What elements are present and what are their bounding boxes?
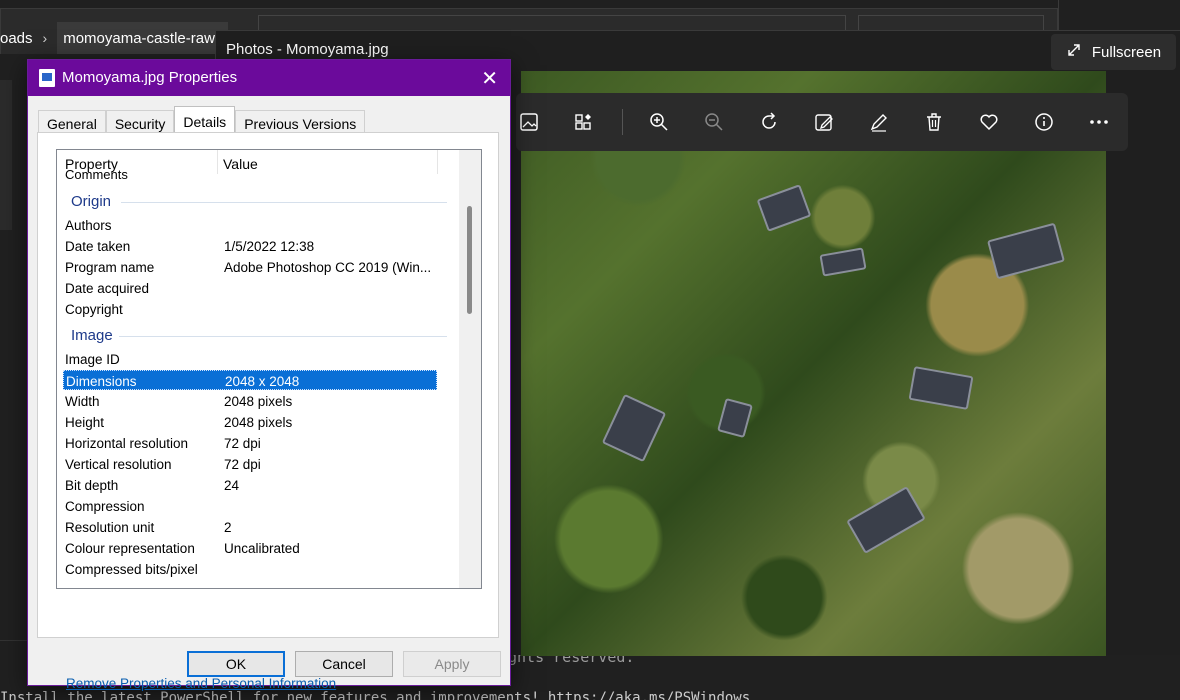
scrollbar-thumb[interactable] bbox=[467, 206, 472, 314]
list-item[interactable]: Copyright bbox=[63, 299, 437, 319]
property-value: Uncalibrated bbox=[224, 541, 300, 556]
property-name: Compressed bits/pixel bbox=[65, 562, 198, 577]
group-divider bbox=[119, 336, 447, 337]
list-item[interactable]: Horizontal resolution 72 dpi bbox=[63, 433, 437, 453]
column-header-value[interactable]: Value bbox=[223, 156, 258, 172]
property-value: 2 bbox=[224, 520, 232, 535]
list-item[interactable]: Program name Adobe Photoshop CC 2019 (Win… bbox=[63, 257, 437, 277]
navigation-pane bbox=[0, 80, 12, 230]
list-item[interactable]: Image ID bbox=[63, 349, 437, 369]
property-list: Property Value Comments Origin Authors D… bbox=[56, 149, 482, 589]
property-name: Date taken bbox=[65, 239, 131, 254]
list-item[interactable]: Height 2048 pixels bbox=[63, 412, 437, 432]
remove-properties-link[interactable]: Remove Properties and Personal Informati… bbox=[66, 676, 336, 691]
breadcrumb: oads › momoyama-castle-raws bbox=[0, 22, 229, 54]
photos-title: Photos - Momoyama.jpg bbox=[226, 41, 389, 58]
list-item[interactable]: Bit depth 24 bbox=[63, 475, 437, 495]
collection-icon[interactable] bbox=[571, 109, 597, 135]
cancel-button[interactable]: Cancel bbox=[295, 651, 393, 677]
property-name: Copyright bbox=[65, 302, 123, 317]
breadcrumb-item-current[interactable]: momoyama-castle-raws bbox=[57, 22, 229, 54]
toolbar-divider bbox=[622, 109, 623, 135]
property-name: Dimensions bbox=[66, 374, 137, 389]
column-divider[interactable] bbox=[217, 150, 218, 174]
zoom-in-icon[interactable] bbox=[646, 109, 672, 135]
list-item[interactable]: Compression bbox=[63, 496, 437, 516]
more-icon[interactable] bbox=[1086, 109, 1112, 135]
list-item[interactable]: Vertical resolution 72 dpi bbox=[63, 454, 437, 474]
property-name: Height bbox=[65, 415, 105, 430]
chevron-right-icon: › bbox=[42, 30, 48, 46]
roof-shape bbox=[717, 397, 753, 439]
property-name: Authors bbox=[65, 218, 112, 233]
property-value: 72 dpi bbox=[224, 457, 261, 472]
rotate-icon[interactable] bbox=[756, 109, 782, 135]
property-name: Width bbox=[65, 394, 100, 409]
favorite-icon[interactable] bbox=[976, 109, 1002, 135]
property-name: Compression bbox=[65, 499, 145, 514]
photo-toolbar bbox=[516, 93, 1128, 151]
group-header-image: Image bbox=[71, 327, 113, 344]
expand-icon bbox=[1066, 42, 1082, 62]
breadcrumb-item-downloads[interactable]: oads bbox=[0, 30, 33, 47]
property-value: 72 dpi bbox=[224, 436, 261, 451]
roof-shape bbox=[908, 366, 974, 410]
property-name: Date acquired bbox=[65, 281, 150, 296]
ok-button[interactable]: OK bbox=[187, 651, 285, 677]
list-item[interactable]: Compressed bits/pixel bbox=[63, 559, 437, 579]
property-name: Program name bbox=[65, 260, 155, 275]
details-panel: Property Value Comments Origin Authors D… bbox=[37, 132, 499, 691]
property-value: Adobe Photoshop CC 2019 (Win... bbox=[224, 260, 432, 275]
property-name: Resolution unit bbox=[65, 520, 155, 535]
list-item-partial: Comments bbox=[65, 170, 128, 180]
property-value: 1/5/2022 12:38 bbox=[224, 239, 315, 254]
group-divider bbox=[121, 202, 447, 203]
list-item-selected[interactable]: Dimensions 2048 x 2048 bbox=[63, 370, 437, 390]
aerial-castle-photo bbox=[521, 71, 1106, 656]
property-value: 24 bbox=[224, 478, 240, 493]
property-name: Horizontal resolution bbox=[65, 436, 189, 451]
list-item[interactable]: Width 2048 pixels bbox=[63, 391, 437, 411]
group-header-origin: Origin bbox=[71, 193, 112, 210]
zoom-out-icon[interactable] bbox=[701, 109, 727, 135]
terminal-text-install: Install the latest PowerShell for new fe… bbox=[0, 690, 751, 700]
roof-shape bbox=[819, 247, 867, 277]
property-value: 2048 x 2048 bbox=[225, 374, 300, 389]
roof-shape bbox=[987, 222, 1065, 280]
column-divider[interactable] bbox=[437, 150, 438, 174]
info-icon[interactable] bbox=[1031, 109, 1057, 135]
property-name: Vertical resolution bbox=[65, 457, 172, 472]
list-item[interactable]: Colour representation Uncalibrated bbox=[63, 538, 437, 558]
property-value: 2048 pixels bbox=[224, 394, 293, 409]
roof-shape bbox=[756, 184, 812, 232]
image-file-icon bbox=[39, 69, 55, 87]
fullscreen-label: Fullscreen bbox=[1091, 43, 1162, 61]
dialog-title: Momoyama.jpg Properties bbox=[62, 69, 238, 86]
apply-button[interactable]: Apply bbox=[403, 651, 501, 677]
property-name: Colour representation bbox=[65, 541, 195, 556]
list-item[interactable]: Date taken 1/5/2022 12:38 bbox=[63, 236, 437, 256]
list-item[interactable]: Date acquired bbox=[63, 278, 437, 298]
vertical-scrollbar[interactable] bbox=[459, 150, 481, 588]
dialog-titlebar[interactable]: Momoyama.jpg Properties ✕ bbox=[28, 60, 510, 96]
list-item[interactable]: Authors bbox=[63, 215, 437, 235]
image-icon[interactable] bbox=[516, 109, 542, 135]
property-name: Bit depth bbox=[65, 478, 119, 493]
properties-dialog: Momoyama.jpg Properties ✕ General Securi… bbox=[27, 59, 511, 691]
tab-strip: General Security Details Previous Versio… bbox=[38, 106, 366, 136]
roof-shape bbox=[846, 486, 926, 554]
fullscreen-button[interactable]: Fullscreen bbox=[1051, 34, 1176, 70]
draw-icon[interactable] bbox=[866, 109, 892, 135]
property-name: Image ID bbox=[65, 352, 120, 367]
edit-image-icon[interactable] bbox=[811, 109, 837, 135]
roof-shape bbox=[601, 393, 667, 463]
delete-icon[interactable] bbox=[921, 109, 947, 135]
close-icon[interactable]: ✕ bbox=[481, 66, 498, 91]
list-item[interactable]: Resolution unit 2 bbox=[63, 517, 437, 537]
property-value: 2048 pixels bbox=[224, 415, 293, 430]
